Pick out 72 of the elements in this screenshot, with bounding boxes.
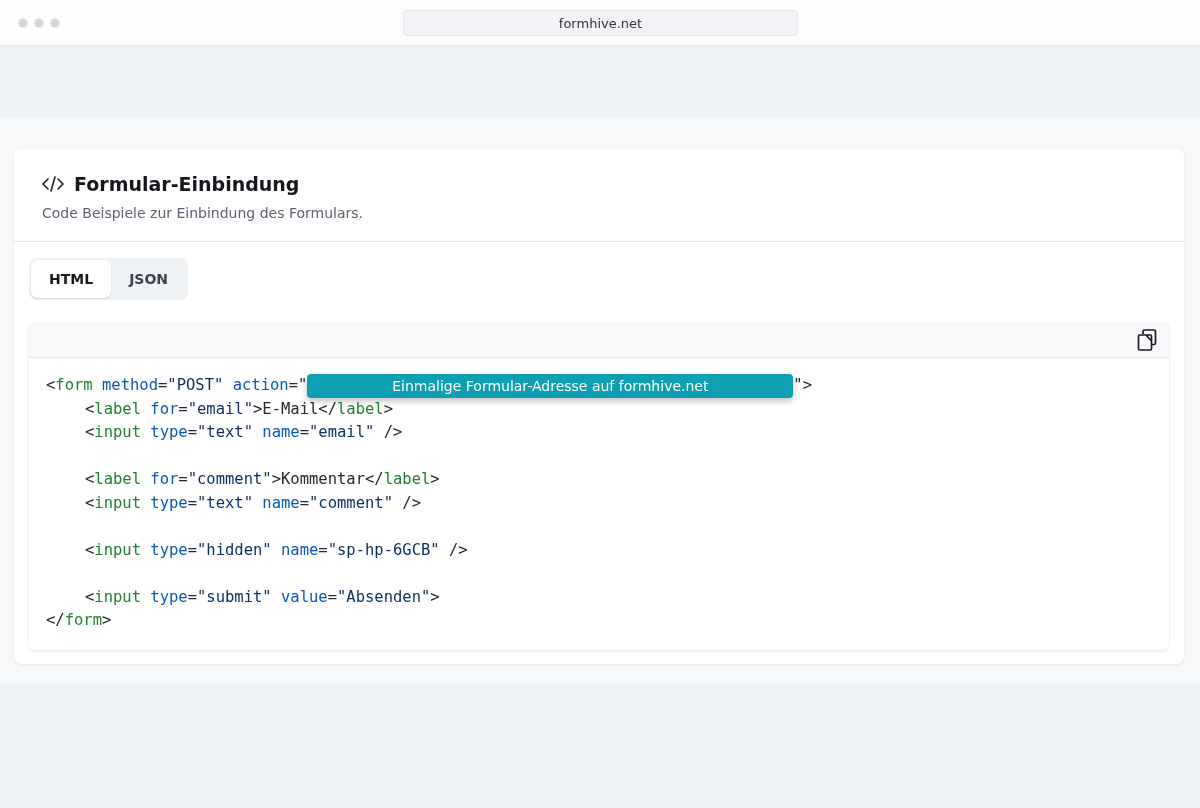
code-tag: input bbox=[94, 423, 141, 441]
code-text: = bbox=[299, 493, 309, 512]
code-text: = bbox=[187, 493, 197, 512]
code-attribute: type bbox=[150, 587, 188, 606]
code-attribute: name bbox=[262, 423, 300, 441]
code-string: "Absenden" bbox=[337, 587, 431, 606]
code-string: "email" bbox=[187, 399, 253, 418]
code-attribute: method bbox=[102, 376, 158, 394]
address-bar[interactable]: formhive.net bbox=[403, 10, 798, 36]
code-attribute: type bbox=[150, 540, 188, 559]
code-text: >E-Mail</ bbox=[253, 399, 337, 418]
code-text: </ bbox=[46, 611, 65, 629]
code-text: = bbox=[178, 399, 188, 418]
code-string: "comment" bbox=[187, 470, 272, 488]
code-icon bbox=[42, 176, 64, 192]
copy-button[interactable] bbox=[1137, 328, 1157, 351]
code-text: < bbox=[85, 587, 95, 606]
card-title: Formular-Einbindung bbox=[74, 173, 300, 195]
code-text: < bbox=[85, 493, 95, 512]
code-text: > bbox=[383, 399, 394, 418]
code-attribute: for bbox=[150, 399, 179, 418]
code-tag: form bbox=[55, 376, 93, 394]
code-text: = bbox=[327, 587, 337, 606]
code-tag: label bbox=[94, 470, 141, 488]
code-tag: label bbox=[94, 399, 141, 418]
code-text: = bbox=[158, 376, 168, 394]
code-text: /> bbox=[401, 493, 421, 512]
code-string: "POST" bbox=[167, 376, 224, 394]
code-text: >Kommentar</ bbox=[271, 470, 384, 488]
code-text: < bbox=[85, 399, 95, 418]
code-text: = bbox=[187, 423, 197, 441]
code-attribute: action bbox=[232, 376, 289, 394]
code-string: "text" bbox=[197, 423, 253, 441]
code-attribute: name bbox=[281, 540, 319, 559]
code-attribute: for bbox=[150, 470, 179, 488]
code-text: /> bbox=[448, 540, 468, 559]
code-tag: input bbox=[94, 587, 141, 606]
code-attribute: type bbox=[150, 493, 188, 512]
code-tag: label bbox=[337, 399, 384, 418]
code-string: "text" bbox=[197, 493, 253, 512]
tab[interactable]: HTML bbox=[31, 260, 112, 298]
code-tag: form bbox=[64, 611, 102, 629]
code-text: "> bbox=[793, 376, 812, 394]
code-text: /> bbox=[382, 423, 403, 441]
code-tag: label bbox=[383, 470, 431, 488]
code-string: "hidden" bbox=[197, 540, 272, 559]
code-string: "submit" bbox=[197, 587, 272, 606]
window-controls-icon bbox=[18, 17, 60, 28]
code-text: < bbox=[46, 376, 56, 394]
code-text: > bbox=[102, 611, 112, 629]
code-text: = bbox=[318, 540, 328, 559]
code-attribute: value bbox=[281, 587, 328, 606]
code-text: < bbox=[85, 423, 95, 441]
code-text: = bbox=[187, 587, 197, 606]
code-text: = bbox=[299, 423, 309, 441]
code-text: = bbox=[178, 470, 188, 488]
code-text: > bbox=[430, 470, 440, 488]
code-text: =" bbox=[288, 376, 308, 394]
code-attribute: type bbox=[150, 423, 188, 441]
card-subtitle: Code Beispiele zur Einbindung des Formulars. bbox=[42, 205, 365, 221]
code-string: "comment" bbox=[309, 493, 393, 512]
tab[interactable]: JSON bbox=[111, 260, 187, 298]
code-text: < bbox=[85, 470, 95, 488]
code-string: "email" bbox=[309, 423, 375, 441]
code-text: < bbox=[85, 540, 95, 559]
code-text: = bbox=[187, 540, 197, 559]
code-string: "sp-hp-6GCB" bbox=[327, 540, 440, 559]
code-text: > bbox=[430, 587, 440, 606]
address-placeholder-badge: Einmalige Formular-Adresse auf formhive.net bbox=[307, 374, 794, 398]
code-tag: input bbox=[94, 540, 141, 559]
code-attribute: name bbox=[262, 493, 300, 512]
code-tag: input bbox=[94, 493, 141, 512]
